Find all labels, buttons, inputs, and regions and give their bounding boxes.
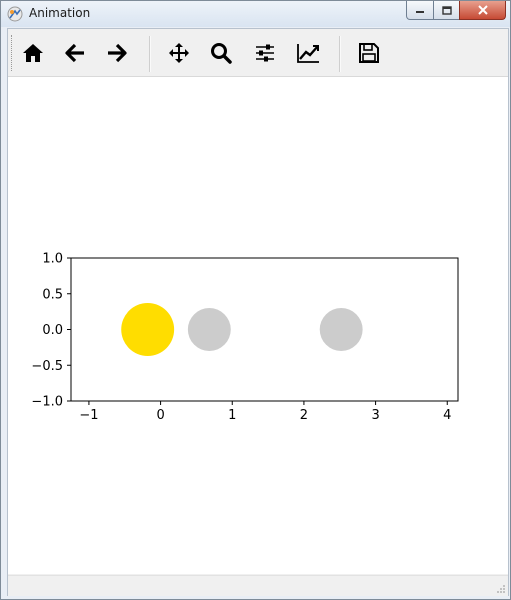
navigation-toolbar: [8, 29, 508, 77]
y-tick-label: −1.0: [31, 395, 63, 410]
pan-button[interactable]: [162, 37, 196, 69]
toolbar-separator: [339, 36, 341, 72]
data-point-1: [187, 308, 231, 351]
data-point-2: [319, 308, 363, 351]
y-tick-label: 1.0: [42, 252, 63, 267]
x-tick-label: 2: [300, 408, 308, 423]
line-chart-icon: [297, 44, 319, 63]
x-tick-label: −1: [79, 408, 98, 423]
x-tick-label: 1: [228, 408, 236, 423]
size-grip-icon[interactable]: [496, 584, 506, 594]
close-button[interactable]: [459, 1, 506, 20]
move-icon: [169, 43, 189, 63]
window-title: Animation: [29, 6, 91, 20]
plot-svg: −1 0 1 2 3 4 1.0 0.5 0.0 −0.5 −1.0: [31, 252, 459, 423]
sliders-icon: [256, 44, 274, 62]
figure-canvas[interactable]: −1 0 1 2 3 4 1.0 0.5 0.0 −0.5 −1.0: [8, 77, 508, 574]
close-icon: [477, 5, 488, 15]
magnifier-icon: [211, 43, 232, 64]
save-button[interactable]: [352, 37, 386, 69]
toolbar-separator: [149, 36, 151, 72]
subplots-button[interactable]: [248, 37, 282, 69]
matplotlib-tool-icon: [7, 6, 23, 22]
home-icon: [23, 44, 43, 62]
minimize-icon: [416, 11, 424, 13]
zoom-button[interactable]: [204, 37, 238, 69]
arrow-left-icon: [65, 43, 84, 63]
x-tick-label: 3: [371, 408, 379, 423]
x-tick-label: 4: [443, 408, 451, 423]
title-bar[interactable]: Animation: [1, 1, 510, 27]
data-point-0: [121, 303, 175, 356]
y-tick-label: −0.5: [31, 359, 63, 374]
arrow-right-icon: [108, 43, 127, 63]
x-tick-label: 0: [156, 408, 164, 423]
home-button[interactable]: [16, 37, 50, 69]
forward-button[interactable]: [100, 37, 134, 69]
floppy-disk-icon: [359, 43, 379, 63]
minimize-button[interactable]: [406, 1, 434, 20]
app-window: Animation −1 0 1 2 3 4 1.0 0.5 0.0 −0.5 …: [0, 0, 511, 600]
maximize-button[interactable]: [433, 1, 460, 20]
edit-axes-button[interactable]: [291, 37, 325, 69]
status-bar: [8, 575, 508, 596]
y-tick-label: 0.5: [42, 287, 63, 302]
y-tick-label: 0.0: [42, 323, 63, 338]
maximize-icon: [441, 5, 452, 15]
toolbar-grip[interactable]: [11, 35, 14, 71]
back-button[interactable]: [58, 37, 92, 69]
figure-frame: −1 0 1 2 3 4 1.0 0.5 0.0 −0.5 −1.0: [7, 28, 509, 596]
